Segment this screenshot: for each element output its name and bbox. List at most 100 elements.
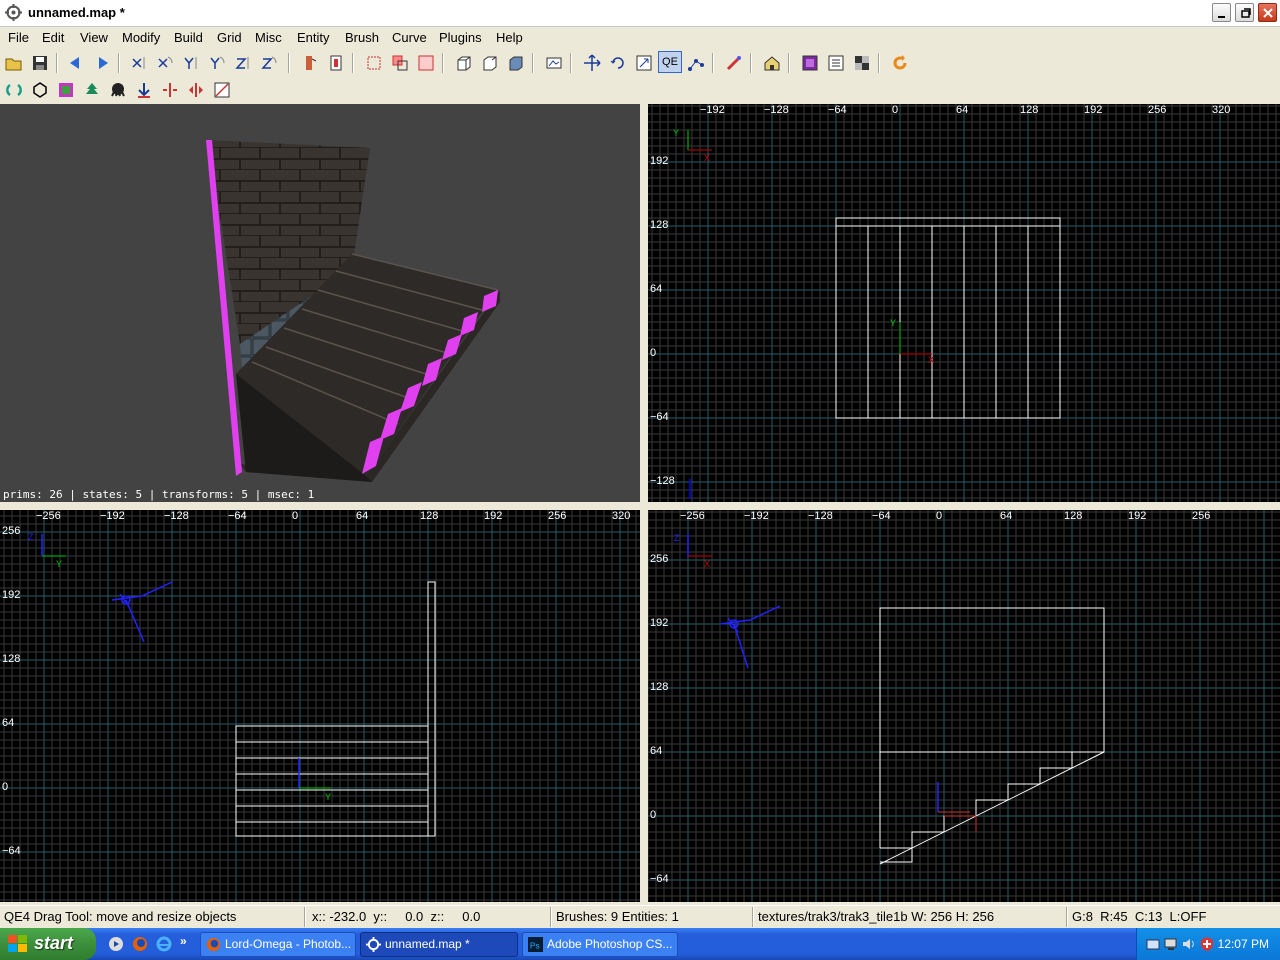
horizontal-splitter[interactable] bbox=[0, 502, 1280, 510]
menu-curve[interactable]: Curve bbox=[392, 30, 427, 45]
select-touching-icon[interactable] bbox=[364, 53, 384, 73]
tray-security-shield-icon[interactable] bbox=[1199, 936, 1215, 952]
top-xy-view[interactable]: Y X Y X −192 −128 −64 0 64 128 192 256 320 192 128… bbox=[648, 104, 1280, 502]
rotate-x-icon[interactable] bbox=[156, 53, 176, 73]
status-grid: G:8 R:45 C:13 L:OFF bbox=[1072, 909, 1207, 924]
menu-help[interactable]: Help bbox=[496, 30, 523, 45]
move-tool-icon[interactable] bbox=[582, 53, 602, 73]
cube-view-icon[interactable] bbox=[454, 53, 474, 73]
grid-label-side: −64 bbox=[2, 845, 21, 857]
select-inside-icon[interactable] bbox=[416, 53, 436, 73]
task-button-radiant[interactable]: unnamed.map * bbox=[360, 932, 518, 957]
svg-text:Y: Y bbox=[890, 318, 896, 328]
task-button-photobucket[interactable]: Lord-Omega - Photob... bbox=[200, 932, 356, 957]
grid-label-top: 128 bbox=[1064, 510, 1083, 522]
menu-file[interactable]: File bbox=[8, 30, 29, 45]
redo-arrow-icon[interactable] bbox=[92, 53, 112, 73]
tray-speaker-icon[interactable] bbox=[1181, 936, 1197, 952]
menu-bar: File Edit View Modify Build Grid Misc En… bbox=[0, 27, 1280, 49]
restore-button[interactable] bbox=[1235, 3, 1254, 22]
vertex-edit-icon[interactable] bbox=[686, 53, 706, 73]
firefox-icon[interactable] bbox=[132, 936, 148, 952]
menu-edit[interactable]: Edit bbox=[42, 30, 64, 45]
entity-light-yz bbox=[719, 605, 781, 669]
flip-y-icon[interactable] bbox=[182, 53, 202, 73]
svg-text:Y: Y bbox=[673, 128, 679, 138]
monster-filter-icon[interactable] bbox=[108, 80, 128, 100]
texture-lock-icon[interactable] bbox=[762, 53, 782, 73]
quicklaunch-more-icon[interactable]: » bbox=[180, 934, 187, 948]
status-texture: textures/trak3/trak3_tile1b W: 256 H: 25… bbox=[758, 909, 995, 924]
foliage-filter-icon[interactable] bbox=[82, 80, 102, 100]
grid-label-top: 0 bbox=[936, 510, 943, 522]
open-icon[interactable] bbox=[4, 53, 24, 73]
start-button[interactable]: start bbox=[0, 928, 96, 960]
camera-3d-view[interactable]: prims: 26 | states: 5 | transforms: 5 | … bbox=[0, 104, 640, 502]
side-xz-view[interactable]: Y Z Y −256 −192 −128 −64 0 64 128 192 256 320 256 1… bbox=[0, 510, 640, 902]
entity-inspector-icon[interactable] bbox=[826, 53, 846, 73]
svg-text:X: X bbox=[704, 559, 710, 569]
radiant-app-icon bbox=[366, 937, 381, 952]
surface-inspector-icon[interactable] bbox=[852, 53, 872, 73]
menu-view[interactable]: View bbox=[80, 30, 108, 45]
grid-label-top: 320 bbox=[1212, 104, 1231, 116]
texture-browser-icon[interactable] bbox=[800, 53, 820, 73]
menu-plugins[interactable]: Plugins bbox=[439, 30, 482, 45]
qe4-drag-tool-button[interactable]: QE bbox=[658, 51, 682, 73]
menu-entity[interactable]: Entity bbox=[297, 30, 330, 45]
main-toolbar: QE bbox=[0, 50, 1280, 76]
save-icon[interactable] bbox=[30, 53, 50, 73]
grid-label-side: 192 bbox=[2, 589, 21, 601]
svg-text:Z: Z bbox=[28, 532, 34, 542]
minimize-button[interactable] bbox=[1212, 3, 1231, 22]
rotate-z-icon[interactable] bbox=[260, 53, 280, 73]
clock: 12:07 PM bbox=[1217, 937, 1269, 951]
minimize-icon bbox=[1218, 16, 1225, 18]
flip-x-icon[interactable] bbox=[130, 53, 150, 73]
grid-label-top: 192 bbox=[484, 510, 503, 522]
xy-grid: Y X Y X bbox=[648, 104, 1280, 502]
scale-tool-icon[interactable] bbox=[634, 53, 654, 73]
task-button-photoshop[interactable]: Ps Adobe Photoshop CS... bbox=[522, 932, 678, 957]
refresh-shaders-icon[interactable] bbox=[890, 53, 910, 73]
grid-label-top: 192 bbox=[1084, 104, 1103, 116]
window-title: unnamed.map * bbox=[28, 5, 125, 20]
rotate-y-icon[interactable] bbox=[208, 53, 228, 73]
grid-label-side: 192 bbox=[650, 155, 669, 167]
menu-brush[interactable]: Brush bbox=[345, 30, 379, 45]
texture-filter-icon[interactable] bbox=[56, 80, 76, 100]
front-yz-view[interactable]: Z X −256 −192 −128 −64 0 64 128 192 256 256 192 128… bbox=[648, 510, 1280, 902]
close-button[interactable] bbox=[1258, 3, 1277, 22]
xy-origin-axis: Y X bbox=[890, 318, 934, 365]
split-filter-icon[interactable] bbox=[160, 80, 180, 100]
csg-tool-icon[interactable] bbox=[326, 53, 346, 73]
grid-label-side: −64 bbox=[650, 873, 669, 885]
status-brush-count: Brushes: 9 Entities: 1 bbox=[556, 909, 679, 924]
menu-grid[interactable]: Grid bbox=[217, 30, 242, 45]
camera-view-icon[interactable] bbox=[544, 53, 564, 73]
rotate-tool-icon[interactable] bbox=[608, 53, 628, 73]
cube-textured-icon[interactable] bbox=[506, 53, 526, 73]
media-player-icon[interactable] bbox=[108, 936, 124, 952]
menu-misc[interactable]: Misc bbox=[255, 30, 282, 45]
tray-network-icon[interactable] bbox=[1145, 936, 1161, 952]
tray-computer-icon[interactable] bbox=[1163, 936, 1179, 952]
mirror-filter-icon[interactable] bbox=[186, 80, 206, 100]
grid-label-side: 256 bbox=[650, 553, 669, 565]
select-partial-icon[interactable] bbox=[390, 53, 410, 73]
cube-side-icon[interactable] bbox=[480, 53, 500, 73]
pull-filter-icon[interactable] bbox=[134, 80, 154, 100]
menu-modify[interactable]: Modify bbox=[122, 30, 160, 45]
patch-tool-icon[interactable] bbox=[724, 53, 744, 73]
clipper-icon[interactable] bbox=[300, 53, 320, 73]
camera-stats: prims: 26 | states: 5 | transforms: 5 | … bbox=[3, 488, 315, 501]
xz-grid: Y Z Y bbox=[0, 510, 640, 902]
menu-build[interactable]: Build bbox=[174, 30, 203, 45]
grid-label-side: 64 bbox=[2, 717, 15, 729]
cycle-icon[interactable] bbox=[4, 80, 24, 100]
brush-filter-icon[interactable] bbox=[30, 80, 50, 100]
internet-explorer-icon[interactable] bbox=[156, 936, 172, 952]
flip-z-icon[interactable] bbox=[234, 53, 254, 73]
hide-filter-icon[interactable] bbox=[212, 80, 232, 100]
undo-arrow-icon[interactable] bbox=[66, 53, 86, 73]
